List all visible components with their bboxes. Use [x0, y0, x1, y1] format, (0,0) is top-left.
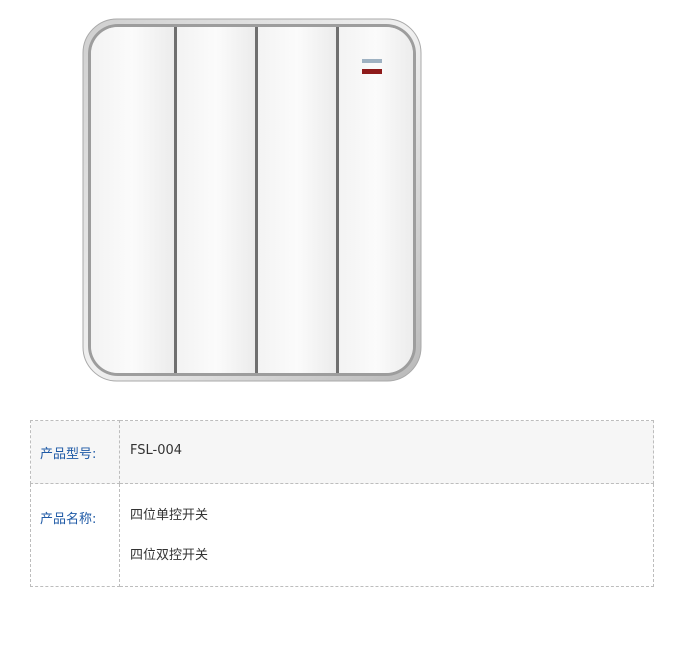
switch-paddle-2 [177, 27, 255, 373]
name-label: 产品名称: [40, 512, 97, 527]
name-value-double-control: 四位双控开关 [130, 548, 209, 563]
table-row-model: 产品型号: FSL-004 [30, 420, 654, 484]
indicator-light-red-icon [362, 69, 382, 74]
table-row-name: 产品名称: 四位单控开关 四位双控开关 [30, 483, 654, 587]
switch-paddle-3 [258, 27, 336, 373]
switch-paddle-4 [339, 27, 413, 373]
product-image [82, 18, 422, 382]
switch-paddle-1 [91, 27, 174, 373]
name-value-single-control: 四位单控开关 [130, 508, 209, 523]
wall-switch-illustration [82, 18, 422, 382]
indicator-light-icon [362, 59, 382, 63]
switch-paddles [91, 27, 413, 373]
product-spec-table: 产品型号: FSL-004 产品名称: 四位单控开关 四位双控开关 [30, 420, 654, 587]
name-values: 四位单控开关 四位双控开关 [120, 484, 653, 564]
model-value: FSL-004 [130, 443, 183, 458]
model-label: 产品型号: [40, 447, 97, 462]
